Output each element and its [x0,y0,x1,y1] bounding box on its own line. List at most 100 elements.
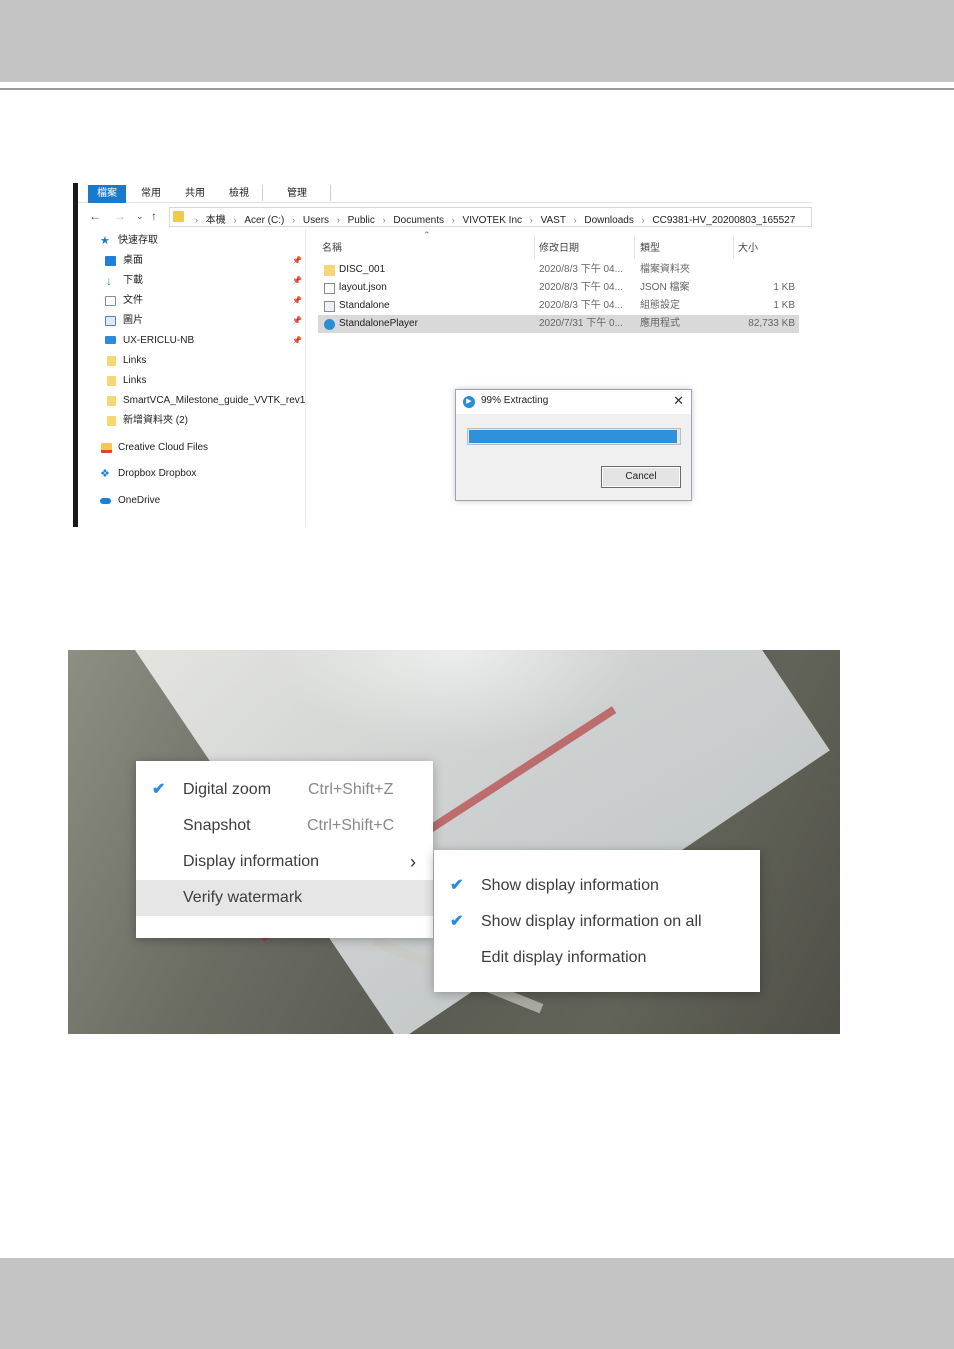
breadcrumb-item[interactable]: Downloads [584,215,633,226]
nav-item-computer[interactable]: UX-ERICLU-NB 📌 [105,332,305,350]
folder-icon [107,376,116,386]
header-band [0,0,954,82]
breadcrumb-item[interactable]: Users [303,215,329,226]
file-size: 82,733 KB [748,318,795,329]
menu-item-digital-zoom[interactable]: ✔ Digital zoom Ctrl+Shift+Z [136,772,433,808]
pin-icon[interactable]: 📌 [292,272,302,290]
column-header-size[interactable]: 大小 [738,239,758,255]
back-icon[interactable]: ← [89,209,101,223]
file-type: 應用程式 [640,318,680,329]
column-divider [733,235,734,259]
nav-item-smartvca-folder[interactable]: SmartVCA_Milestone_guide_VVTK_rev1 [105,392,305,410]
nav-item-label: 快速存取 [118,235,158,246]
dialog-title-bar: ▶ 99% Extracting ✕ [456,390,691,414]
submenu-item-show-display-information-on-all[interactable]: ✔ Show display information on all [434,904,760,940]
menu-item-display-information[interactable]: Display information › [136,844,433,880]
computer-icon [105,336,116,344]
nav-item-downloads[interactable]: ↓ 下載 📌 [105,272,305,290]
breadcrumb-item[interactable]: Public [348,215,375,226]
ribbon-divider [330,185,331,201]
file-row[interactable]: layout.json 2020/8/3 下午 04... JSON 檔案 1 … [318,279,799,297]
menu-item-snapshot[interactable]: Snapshot Ctrl+Shift+C [136,808,433,844]
folder-icon [107,416,116,426]
submenu-item-edit-display-information[interactable]: Edit display information [434,940,760,976]
star-icon: ★ [100,235,110,247]
chevron-right-icon: › [410,852,416,872]
file-row-selected[interactable]: StandalonePlayer 2020/7/31 下午 0... 應用程式 … [318,315,799,333]
display-information-submenu: ✔ Show display information ✔ Show displa… [434,850,760,992]
dialog-title: 99% Extracting [481,395,549,406]
file-row[interactable]: Standalone 2020/8/3 下午 04... 組態設定 1 KB [318,297,799,315]
file-size: 1 KB [773,282,795,293]
tab-home[interactable]: 常用 [134,185,168,203]
up-icon[interactable]: ↑ [151,209,157,223]
tab-view[interactable]: 檢視 [222,185,256,203]
forward-icon[interactable]: → [114,209,126,223]
progress-fill [469,430,677,443]
file-name: DISC_001 [339,264,386,275]
nav-item-label: 文件 [123,295,143,306]
folder-icon [107,396,116,406]
breadcrumb-item[interactable]: Acer (C:) [244,215,284,226]
file-row[interactable]: DISC_001 2020/8/3 下午 04... 檔案資料夾 [318,261,799,279]
breadcrumb-separator: › [382,215,386,225]
menu-item-shortcut: Ctrl+Shift+Z [308,781,394,798]
tab-share[interactable]: 共用 [178,185,212,203]
config-file-icon [324,301,335,312]
sort-ascending-icon: ⌃ [423,230,431,240]
nav-item-label: OneDrive [118,495,161,506]
file-date: 2020/8/3 下午 04... [539,300,623,311]
menu-item-label: Edit display information [481,949,647,966]
breadcrumb-separator: › [233,215,237,225]
pin-icon[interactable]: 📌 [292,292,302,310]
folder-icon [107,356,116,366]
file-type: 組態設定 [640,300,680,311]
nav-item-label: 下載 [123,275,143,286]
address-bar-row: ← → ⌄ ↑ › 本機 › Acer (C:) › Users › Publi… [78,206,812,228]
nav-item-desktop[interactable]: 桌面 📌 [105,252,305,270]
tab-manage[interactable]: 管理 [280,185,314,203]
file-date: 2020/8/3 下午 04... [539,264,623,275]
nav-item-label: Links [123,375,147,386]
submenu-item-show-display-information[interactable]: ✔ Show display information [434,868,760,904]
tab-file[interactable]: 檔案 [88,185,126,203]
breadcrumb-item[interactable]: VAST [541,215,566,226]
pin-icon[interactable]: 📌 [292,332,302,350]
nav-item-documents[interactable]: 文件 📌 [105,292,305,310]
desktop-icon [105,256,116,266]
file-icon [324,283,335,294]
breadcrumb: › 本機 › Acer (C:) › Users › Public › Docu… [190,211,795,226]
player-video-view[interactable]: ✔ Digital zoom Ctrl+Shift+Z Snapshot Ctr… [68,650,840,1034]
menu-item-label: Digital zoom [183,781,272,798]
breadcrumb-item[interactable]: 本機 [206,215,226,226]
menu-item-label: Snapshot [183,817,251,834]
navigation-pane: ★ 快速存取 桌面 📌 ↓ 下載 📌 文件 📌 圖片 📌 UX-ERICLU-N… [78,229,306,527]
breadcrumb-item[interactable]: VIVOTEK Inc [463,215,522,226]
column-header-date[interactable]: 修改日期 [539,239,579,255]
address-bar[interactable]: › 本機 › Acer (C:) › Users › Public › Docu… [169,207,812,227]
pin-icon[interactable]: 📌 [292,312,302,330]
breadcrumb-item[interactable]: CC9381-HV_20200803_165527 [652,215,795,226]
picture-icon [105,316,116,326]
column-header-name[interactable]: 名稱 [322,239,342,255]
player-app-icon: ▶ [463,396,475,408]
breadcrumb-separator: › [529,215,533,225]
file-explorer-window: 檔案 常用 共用 檢視 管理 ← → ⌄ ↑ › 本機 › Acer (C:) … [73,183,812,527]
check-icon: ✔ [450,913,464,930]
breadcrumb-item[interactable]: Documents [393,215,444,226]
cancel-button[interactable]: Cancel [601,466,681,488]
breadcrumb-separator: › [641,215,645,225]
download-icon: ↓ [106,274,112,288]
column-divider [534,235,535,259]
file-name: Standalone [339,300,390,311]
menu-item-verify-watermark[interactable]: Verify watermark [136,880,433,916]
nav-item-label: 圖片 [123,315,143,326]
menu-item-label: Show display information [481,877,659,894]
close-icon[interactable]: ✕ [673,393,684,409]
nav-item-label: 桌面 [123,255,143,266]
pin-icon[interactable]: 📌 [292,252,302,270]
nav-item-pictures[interactable]: 圖片 📌 [105,312,305,330]
column-header-type[interactable]: 類型 [640,239,660,255]
recent-locations-icon[interactable]: ⌄ [136,211,144,222]
nav-item-label: 新增資料夾 (2) [123,415,188,426]
